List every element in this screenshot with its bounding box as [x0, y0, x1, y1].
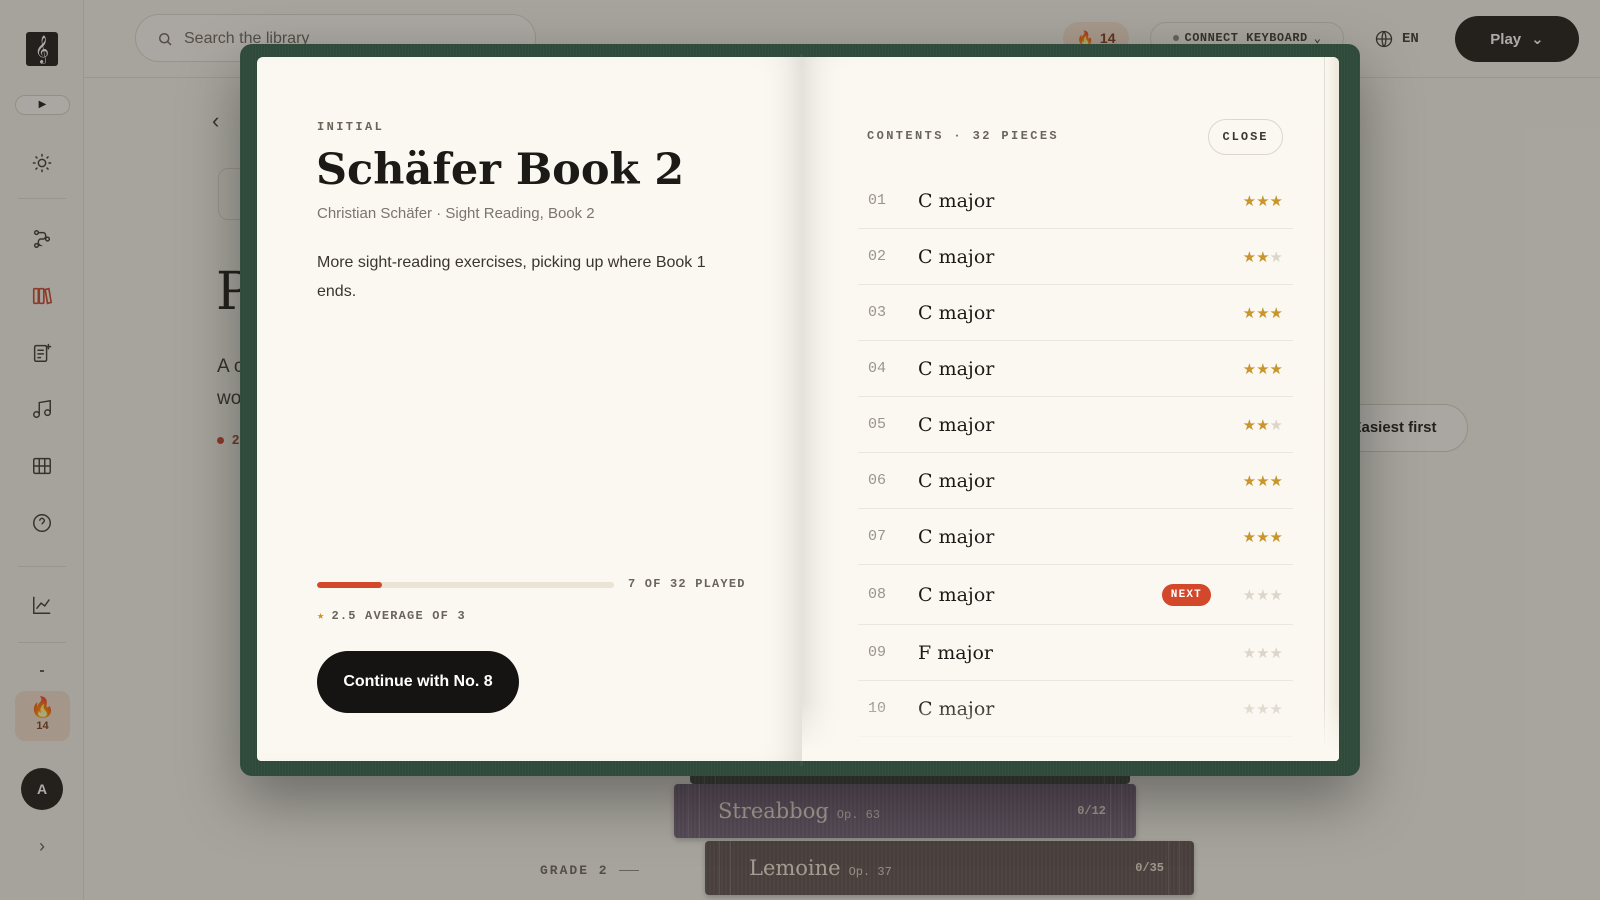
toc-row[interactable]: 07 C major ★★★: [858, 509, 1293, 565]
star-icon: ★: [1269, 700, 1283, 718]
piece-number: 06: [868, 472, 887, 489]
star-rating: ★★★: [1227, 304, 1283, 322]
progress-bar: [317, 582, 614, 588]
piece-title: C major: [918, 469, 995, 492]
book-subtitle: Christian Schäfer · Sight Reading, Book …: [317, 205, 595, 222]
toc-row[interactable]: 11C major★★★: [858, 737, 1293, 762]
star-icon: ★: [1256, 528, 1270, 546]
star-icon: ★: [1256, 360, 1270, 378]
star-icon: ★: [1269, 304, 1283, 322]
piece-title: F major: [918, 641, 993, 664]
piece-title: C major: [918, 413, 995, 436]
toc-row[interactable]: 04 C major ★★★: [858, 341, 1293, 397]
star-icon: ★: [1256, 248, 1270, 266]
star-icon: ★: [1242, 472, 1257, 490]
book-level: INITIAL: [317, 120, 385, 134]
star-icon: ★: [1242, 700, 1257, 718]
star-icon: ★: [1256, 416, 1270, 434]
star-rating: ★★★: [1227, 360, 1283, 378]
star-rating: ★★★: [1227, 528, 1283, 546]
contents-heading: CONTENTS · 32 PIECES: [867, 129, 1060, 143]
progress-fill: [317, 582, 382, 588]
star-icon: ★: [1242, 304, 1257, 322]
piece-number: 07: [868, 528, 887, 545]
piece-number: 09: [868, 644, 887, 661]
piece-number: 11: [858, 756, 918, 761]
star-icon: ★: [1256, 700, 1270, 718]
star-rating: ★★★: [1227, 586, 1283, 604]
star-icon: ★: [1242, 416, 1257, 434]
piece-number: 01: [868, 192, 887, 209]
star-icon: ★: [1242, 192, 1257, 210]
star-icon: ★: [1256, 472, 1270, 490]
star-icon: ★: [1242, 644, 1257, 662]
star-icon: ★: [1242, 248, 1257, 266]
toc-row[interactable]: 10 C major ★★★: [858, 681, 1293, 737]
star-icon: ★: [1269, 644, 1283, 662]
piece-number: 08: [868, 586, 887, 603]
piece-number: 04: [868, 360, 887, 377]
star-icon: ★: [1270, 757, 1283, 762]
piece-title: C major: [918, 357, 995, 380]
next-badge: NEXT: [1161, 583, 1211, 606]
piece-number: 02: [868, 248, 887, 265]
star-rating: ★★★: [1227, 472, 1283, 490]
toc-row[interactable]: 06 C major ★★★: [858, 453, 1293, 509]
star-icon: ★: [1269, 586, 1283, 604]
piece-title: C major: [918, 301, 995, 324]
star-icon: ★: [1256, 644, 1270, 662]
star-rating: ★★★: [1227, 248, 1283, 266]
average-label: 2.5 AVERAGE OF 3: [331, 609, 466, 623]
piece-title: C major: [918, 189, 995, 212]
toc-row[interactable]: 05 C major ★★★: [858, 397, 1293, 453]
star-icon: ★: [1269, 192, 1283, 210]
book-modal: INITIAL Schäfer Book 2 Christian Schäfer…: [240, 44, 1360, 776]
star-icon: ★: [1269, 528, 1283, 546]
star-rating: ★★★: [1227, 700, 1283, 718]
star-rating: ★★★: [1227, 192, 1283, 210]
star-icon: ★: [1242, 360, 1257, 378]
toc-row[interactable]: 08 C major NEXT ★★★: [858, 565, 1293, 625]
continue-button[interactable]: Continue with No. 8: [317, 651, 519, 713]
star-icon: ★: [1256, 757, 1269, 762]
star-icon: ★: [1269, 472, 1283, 490]
star-icon: ★: [1269, 360, 1283, 378]
star-rating: ★★★: [1227, 644, 1283, 662]
piece-title: C major: [918, 754, 1227, 762]
star-icon: ★: [1269, 248, 1283, 266]
star-icon: ★: [317, 609, 326, 623]
piece-title: C major: [918, 245, 995, 268]
star-icon: ★: [1243, 757, 1256, 762]
piece-title: C major: [918, 525, 995, 548]
star-icon: ★: [1256, 192, 1270, 210]
piece-number: 10: [868, 700, 887, 717]
star-icon: ★: [1256, 586, 1270, 604]
toc-row[interactable]: 02 C major ★★★: [858, 229, 1293, 285]
book-left-page: INITIAL Schäfer Book 2 Christian Schäfer…: [257, 57, 802, 761]
star-icon: ★: [1269, 416, 1283, 434]
close-button[interactable]: CLOSE: [1208, 119, 1283, 155]
book-right-page: CONTENTS · 32 PIECES CLOSE 01 C major ★★★ 0…: [802, 57, 1339, 761]
book-title: Schäfer Book 2: [316, 145, 685, 195]
toc-row[interactable]: 01 C major ★★★: [858, 173, 1293, 229]
star-icon: ★: [1242, 586, 1257, 604]
star-rating: ★★★: [1227, 416, 1283, 434]
average-rating: ★ 2.5 AVERAGE OF 3: [317, 608, 466, 623]
piece-number: 03: [868, 304, 887, 321]
contents-list: 01 C major ★★★ 02 C major ★★★ 03 C major ★★★ 04 C …: [858, 173, 1293, 761]
toc-row[interactable]: 09 F major ★★★: [858, 625, 1293, 681]
star-icon: ★: [1256, 304, 1270, 322]
piece-title: C major: [918, 583, 995, 606]
progress-label: 7 OF 32 PLAYED: [628, 577, 746, 591]
star-rating: ★★★: [1227, 756, 1283, 762]
star-icon: ★: [1242, 528, 1257, 546]
toc-row[interactable]: 03 C major ★★★: [858, 285, 1293, 341]
piece-title: C major: [918, 697, 995, 720]
book-description: More sight-reading exercises, picking up…: [317, 254, 706, 300]
piece-number: 05: [868, 416, 887, 433]
